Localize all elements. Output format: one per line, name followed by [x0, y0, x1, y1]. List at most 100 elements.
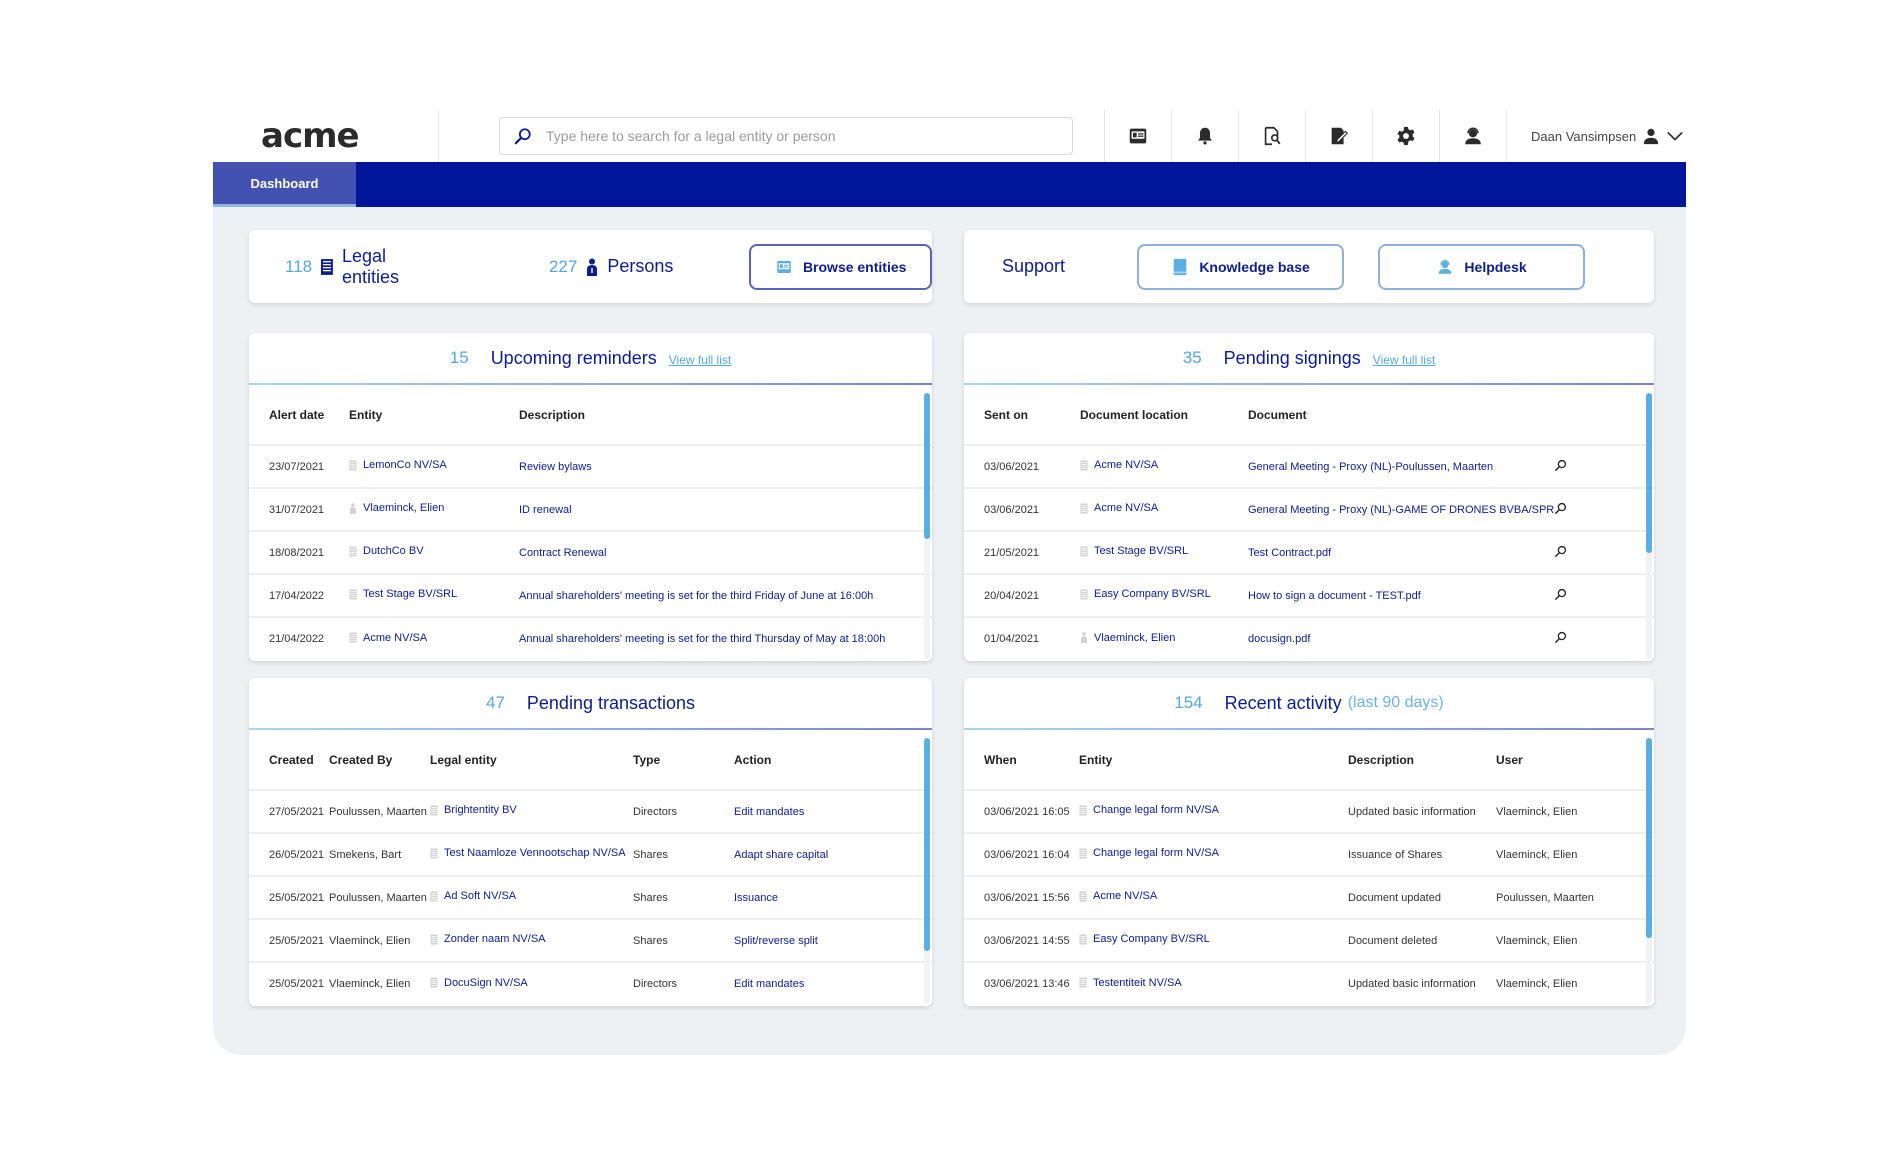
column-header[interactable]: Alert date: [249, 385, 349, 446]
table-row[interactable]: 03/06/2021 Acme NV/SA General Meeting - Pr…: [964, 445, 1654, 489]
table-row[interactable]: 21/05/2021 Test Stage BV/SRL Test Contract…: [964, 531, 1654, 575]
scrollbar[interactable]: [1646, 393, 1652, 659]
legal-entity-cell[interactable]: DocuSign NV/SA: [430, 962, 633, 1004]
entity-cell[interactable]: Easy Company BV/SRL: [1079, 919, 1348, 963]
column-header[interactable]: Created By: [329, 730, 430, 791]
description-cell[interactable]: Annual shareholders' meeting is set for …: [519, 574, 932, 618]
action-link[interactable]: Edit mandates: [734, 978, 804, 990]
entity-link[interactable]: Change legal form NV/SA: [1093, 847, 1219, 859]
document-location-cell[interactable]: Vlaeminck, Elien: [1080, 617, 1248, 659]
table-row[interactable]: 03/06/2021 16:04 Change legal form NV/SA I…: [964, 833, 1654, 877]
entities-button[interactable]: [1104, 110, 1171, 162]
table-row[interactable]: 03/06/2021 15:56 Acme NV/SA Document updat…: [964, 876, 1654, 920]
document-location-cell[interactable]: Easy Company BV/SRL: [1080, 574, 1248, 618]
document-link[interactable]: General Meeting - Proxy (NL)-Poulussen, …: [1248, 461, 1493, 473]
entity-cell[interactable]: Change legal form NV/SA: [1079, 790, 1348, 834]
column-header[interactable]: User: [1496, 730, 1654, 791]
browse-entities-button[interactable]: Browse entities: [749, 243, 932, 290]
search-box[interactable]: [499, 117, 1073, 155]
entity-cell[interactable]: Test Stage BV/SRL: [349, 574, 519, 618]
action-link[interactable]: Issuance: [734, 892, 778, 904]
action-cell[interactable]: Edit mandates: [734, 962, 932, 1004]
document-location-cell[interactable]: Acme NV/SA: [1080, 488, 1248, 532]
column-header[interactable]: When: [964, 730, 1079, 791]
description-link[interactable]: Annual shareholders' meeting is set for …: [519, 590, 873, 602]
table-row[interactable]: 21/04/2022 Acme NV/SA Annual shareholders'…: [249, 617, 932, 659]
logo[interactable]: acme: [213, 110, 439, 162]
document-cell[interactable]: How to sign a document - TEST.pdf: [1248, 574, 1554, 618]
column-header[interactable]: Description: [1348, 730, 1496, 791]
entity-link[interactable]: Testentiteit NV/SA: [1093, 977, 1182, 989]
entity-cell[interactable]: Testentiteit NV/SA: [1079, 962, 1348, 1004]
legal-entity-cell[interactable]: Zonder naam NV/SA: [430, 919, 633, 963]
table-row[interactable]: 25/05/2021 Vlaeminck, Elien Zonder naam NV…: [249, 919, 932, 963]
entity-cell[interactable]: LemonCo NV/SA: [349, 445, 519, 489]
scrollbar-thumb[interactable]: [924, 738, 930, 951]
document-link[interactable]: How to sign a document - TEST.pdf: [1248, 590, 1421, 602]
entity-cell[interactable]: DutchCo BV: [349, 531, 519, 575]
table-row[interactable]: 03/06/2021 14:55 Easy Company BV/SRL Docum…: [964, 919, 1654, 963]
column-header[interactable]: Entity: [1079, 730, 1348, 791]
table-row[interactable]: 23/07/2021 LemonCo NV/SA Review bylaws: [249, 445, 932, 489]
table-row[interactable]: 03/06/2021 Acme NV/SA General Meeting - Pr…: [964, 488, 1654, 532]
document-cell[interactable]: Test Contract.pdf: [1248, 531, 1554, 575]
table-row[interactable]: 27/05/2021 Poulussen, Maarten Brightentity…: [249, 790, 932, 834]
legal-entity-cell[interactable]: Test Naamloze Vennootschap NV/SA: [430, 833, 633, 877]
legal-entities-stat[interactable]: 118 Legal entities: [285, 246, 447, 288]
document-cell[interactable]: General Meeting - Proxy (NL)-GAME OF DRO…: [1248, 488, 1554, 532]
column-header[interactable]: Created: [249, 730, 329, 791]
knowledge-base-button[interactable]: Knowledge base: [1137, 243, 1345, 290]
table-row[interactable]: 03/06/2021 13:46 Testentiteit NV/SA Update…: [964, 962, 1654, 1004]
document-search-button[interactable]: [1238, 110, 1305, 162]
description-cell[interactable]: Review bylaws: [519, 445, 932, 489]
entity-cell[interactable]: Change legal form NV/SA: [1079, 833, 1348, 877]
legal-entity-link[interactable]: Brightentity BV: [444, 804, 517, 816]
legal-entity-link[interactable]: Test Naamloze Vennootschap NV/SA: [444, 847, 626, 859]
document-link[interactable]: General Meeting - Proxy (NL)-GAME OF DRO…: [1248, 504, 1554, 516]
scrollbar[interactable]: [924, 393, 930, 659]
action-link[interactable]: Split/reverse split: [734, 935, 818, 947]
entity-link[interactable]: Vlaeminck, Elien: [363, 502, 444, 514]
entity-cell[interactable]: Vlaeminck, Elien: [349, 488, 519, 532]
document-location-link[interactable]: Acme NV/SA: [1094, 502, 1158, 514]
table-row[interactable]: 01/04/2021 Vlaeminck, Elien docusign.pdf: [964, 617, 1654, 659]
table-row[interactable]: 18/08/2021 DutchCo BV Contract Renewal: [249, 531, 932, 575]
table-row[interactable]: 31/07/2021 Vlaeminck, Elien ID renewal: [249, 488, 932, 532]
description-cell[interactable]: ID renewal: [519, 488, 932, 532]
legal-entity-cell[interactable]: Brightentity BV: [430, 790, 633, 834]
column-header[interactable]: Type: [633, 730, 734, 791]
action-link[interactable]: Edit mandates: [734, 806, 804, 818]
helpdesk-button-support[interactable]: Helpdesk: [1378, 243, 1586, 290]
document-location-link[interactable]: Easy Company BV/SRL: [1094, 588, 1211, 600]
entity-cell[interactable]: Acme NV/SA: [1079, 876, 1348, 920]
entity-link[interactable]: LemonCo NV/SA: [363, 459, 447, 471]
preview-document-button[interactable]: [1554, 617, 1654, 659]
column-header[interactable]: Action: [734, 730, 932, 791]
scrollbar-thumb[interactable]: [924, 393, 930, 540]
scrollbar[interactable]: [924, 738, 930, 1004]
entity-link[interactable]: Acme NV/SA: [1093, 890, 1157, 902]
column-header[interactable]: Description: [519, 385, 932, 446]
description-link[interactable]: Review bylaws: [519, 461, 592, 473]
legal-entity-cell[interactable]: Ad Soft NV/SA: [430, 876, 633, 920]
persons-stat[interactable]: 227 Persons: [549, 256, 673, 277]
description-link[interactable]: Annual shareholders' meeting is set for …: [519, 633, 885, 645]
table-row[interactable]: 17/04/2022 Test Stage BV/SRL Annual shareh…: [249, 574, 932, 618]
description-link[interactable]: Contract Renewal: [519, 547, 606, 559]
scrollbar[interactable]: [1646, 738, 1652, 1004]
document-link[interactable]: Test Contract.pdf: [1248, 547, 1331, 559]
notifications-button[interactable]: [1171, 110, 1238, 162]
description-cell[interactable]: Contract Renewal: [519, 531, 932, 575]
entity-link[interactable]: Easy Company BV/SRL: [1093, 933, 1210, 945]
column-header[interactable]: Entity: [349, 385, 519, 446]
document-link[interactable]: docusign.pdf: [1248, 633, 1310, 645]
document-location-link[interactable]: Acme NV/SA: [1094, 459, 1158, 471]
reminders-view-full-list-link[interactable]: View full list: [669, 353, 731, 367]
tab-dashboard[interactable]: Dashboard: [213, 162, 356, 207]
column-header[interactable]: Document location: [1080, 385, 1248, 446]
preview-document-button[interactable]: [1554, 445, 1654, 489]
action-cell[interactable]: Split/reverse split: [734, 919, 932, 963]
document-location-cell[interactable]: Test Stage BV/SRL: [1080, 531, 1248, 575]
document-cell[interactable]: General Meeting - Proxy (NL)-Poulussen, …: [1248, 445, 1554, 489]
entity-cell[interactable]: Acme NV/SA: [349, 617, 519, 659]
